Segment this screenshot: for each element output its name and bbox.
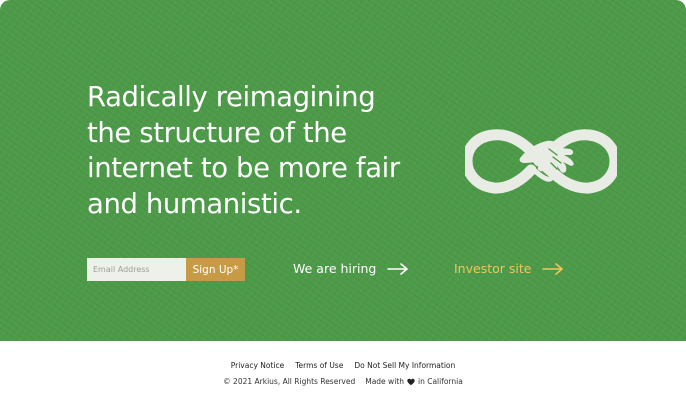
investor-site-link[interactable]: Investor site [454, 261, 564, 276]
email-field[interactable] [87, 258, 186, 281]
footer-meta: © 2021 Arkius, All Rights Reserved Made … [0, 377, 686, 386]
we-are-hiring-label: We are hiring [293, 261, 377, 276]
made-with-suffix: in California [417, 377, 463, 386]
sign-up-button[interactable]: Sign Up* [186, 258, 245, 281]
footer-links: Privacy Notice Terms of Use Do Not Sell … [0, 361, 686, 370]
arrow-right-icon [542, 262, 564, 275]
copyright-text: © 2021 Arkius, All Rights Reserved [223, 377, 356, 386]
do-not-sell-link[interactable]: Do Not Sell My Information [354, 361, 455, 370]
page: Radically reimagining the structure of t… [0, 0, 686, 400]
we-are-hiring-link[interactable]: We are hiring [293, 261, 409, 276]
terms-of-use-link[interactable]: Terms of Use [295, 361, 343, 370]
heart-icon [407, 378, 415, 385]
hero-headline: Radically reimagining the structure of t… [87, 81, 400, 220]
made-with-text: Made with in California [365, 377, 463, 386]
hero-section: Radically reimagining the structure of t… [0, 0, 686, 341]
signup-form: Sign Up* [87, 258, 245, 281]
investor-site-label: Investor site [454, 261, 532, 276]
made-with-prefix: Made with [365, 377, 404, 386]
footer: Privacy Notice Terms of Use Do Not Sell … [0, 341, 686, 400]
arrow-right-icon [387, 262, 409, 275]
infinity-hands-icon [465, 129, 617, 194]
privacy-notice-link[interactable]: Privacy Notice [231, 361, 285, 370]
